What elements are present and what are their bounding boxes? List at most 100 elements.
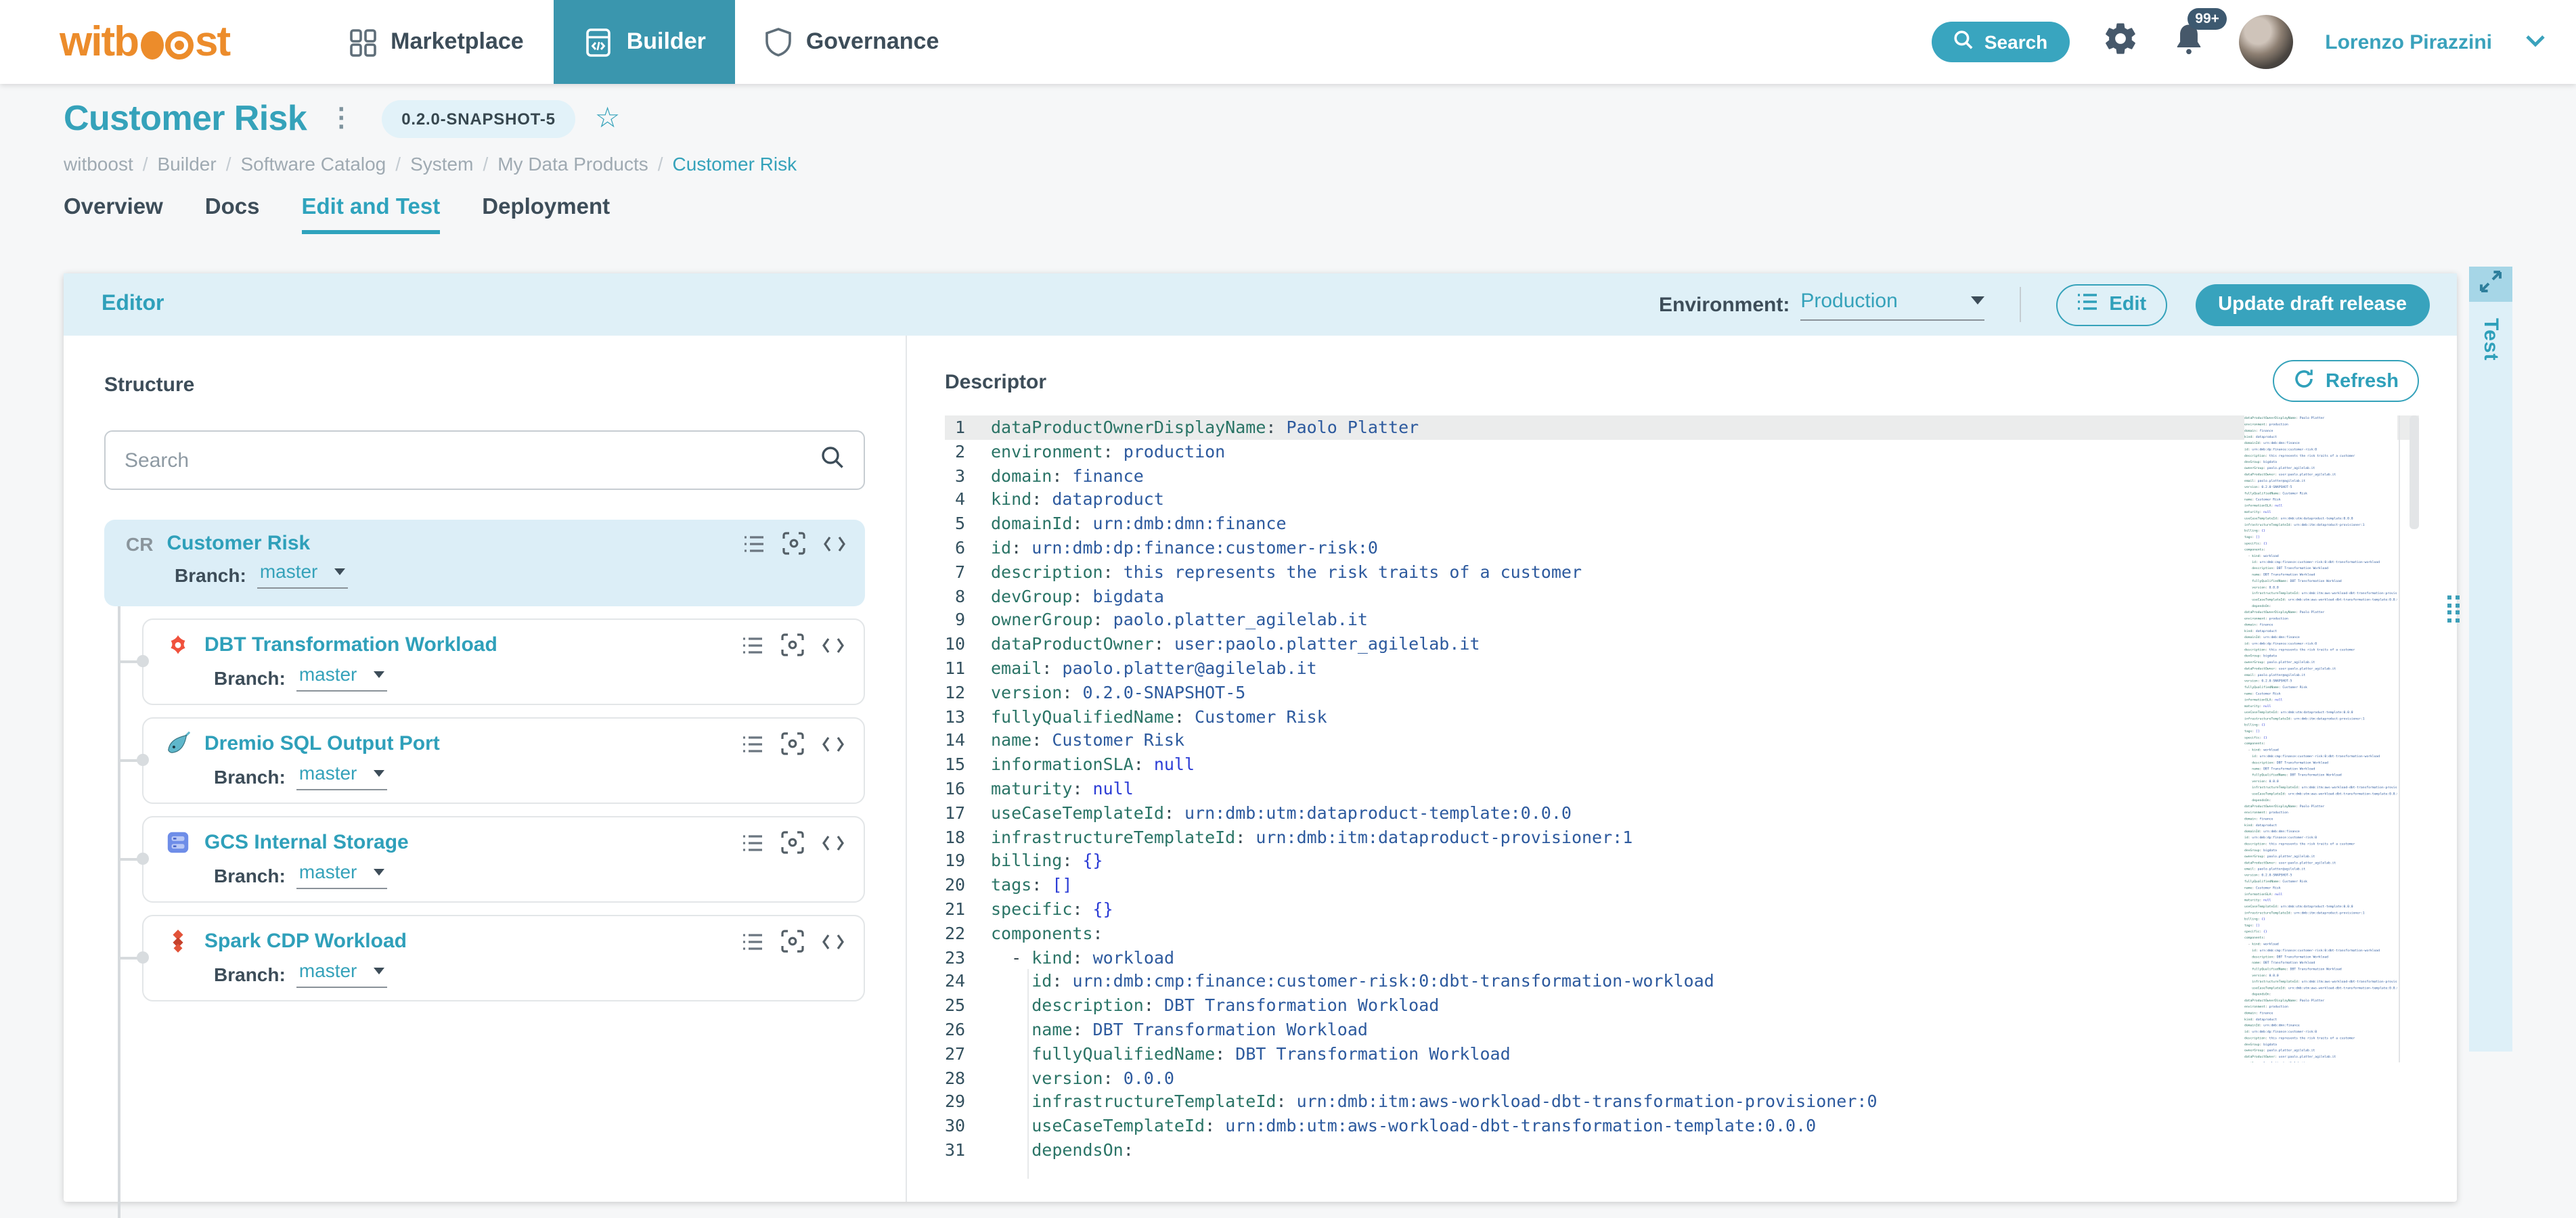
user-avatar[interactable] (2238, 15, 2293, 69)
expand-test-panel-button[interactable] (2469, 267, 2512, 302)
chevron-down-icon (1971, 296, 1985, 304)
nav-builder[interactable]: Builder (553, 0, 736, 84)
branch-label: Branch: (214, 765, 286, 787)
title-kebab-menu-icon[interactable]: ⋮ (323, 103, 359, 134)
breadcrumb-separator: / (142, 153, 148, 175)
tab-test[interactable]: Test (2479, 318, 2502, 361)
list-icon[interactable] (743, 534, 765, 553)
vertical-scrollbar[interactable] (2410, 415, 2419, 529)
code-line: 3 domain: finance (954, 465, 1144, 486)
component-card[interactable]: GCS Internal Storage Branch: master (119, 816, 865, 903)
structure-title: Structure (104, 374, 195, 397)
code-line: 4 kind: dataproduct (954, 489, 1164, 510)
breadcrumb-separator: / (483, 153, 489, 175)
list-icon[interactable] (742, 635, 763, 654)
breadcrumb-item[interactable]: My Data Products (497, 153, 648, 175)
list-icon[interactable] (742, 833, 763, 852)
search-icon[interactable] (820, 445, 845, 476)
breadcrumb-item[interactable]: Software Catalog (240, 153, 386, 175)
descriptor-panel: Descriptor Refresh 1 dataProductOwnerDisp… (907, 336, 2457, 1202)
focus-icon[interactable] (781, 930, 804, 953)
branch-select[interactable]: master (296, 663, 387, 692)
user-menu-chevron-down-icon[interactable] (2525, 30, 2546, 54)
tab-overview[interactable]: Overview (64, 195, 163, 234)
code-line: 28 version: 0.0.0 (945, 1067, 1174, 1088)
spark-icon (165, 928, 191, 954)
code-icon[interactable] (822, 833, 845, 852)
search-label: Search (1984, 31, 2048, 53)
breadcrumb-item[interactable]: Customer Risk (673, 153, 797, 175)
logo-oo-icon (141, 30, 194, 59)
code-icon[interactable] (822, 734, 845, 753)
code-line: 29 infrastructureTemplateId: urn:dmb:itm… (945, 1091, 1878, 1112)
tree-root-customer-risk[interactable]: CR Customer Risk Branch: master (104, 520, 865, 606)
node-actions (742, 831, 845, 854)
nav-governance[interactable]: Governance (736, 0, 969, 84)
edit-button[interactable]: Edit (2056, 284, 2167, 325)
panel-resize-handle[interactable] (2447, 595, 2459, 622)
refresh-button[interactable]: Refresh (2273, 360, 2419, 402)
code-line: 11 email: paolo.platter@agilelab.it (945, 657, 1317, 678)
focus-icon[interactable] (781, 732, 804, 755)
marketplace-icon (349, 28, 377, 56)
breadcrumb-item[interactable]: System (410, 153, 473, 175)
code-icon[interactable] (822, 635, 845, 654)
list-icon[interactable] (742, 734, 763, 753)
code-line: 1 dataProductOwnerDisplayName: Paolo Plat… (945, 415, 2419, 440)
nav-marketplace[interactable]: Marketplace (319, 0, 554, 84)
branch-select[interactable]: master (296, 762, 387, 790)
tab-docs[interactable]: Docs (205, 195, 260, 234)
component-name[interactable]: DBT Transformation Workload (204, 633, 497, 656)
component-card[interactable]: DBT Transformation Workload Branch: mast… (119, 618, 865, 705)
branch-select[interactable]: master (296, 960, 387, 988)
tree-dot (137, 951, 149, 964)
global-search-button[interactable]: Search (1931, 22, 2070, 62)
branch-value: master (259, 560, 318, 582)
update-draft-release-button[interactable]: Update draft release (2195, 284, 2430, 325)
favorite-star-icon[interactable]: ☆ (595, 102, 621, 135)
chevron-down-icon (373, 967, 384, 974)
node-actions (742, 930, 845, 953)
component-name[interactable]: GCS Internal Storage (204, 831, 409, 854)
focus-icon[interactable] (782, 532, 805, 555)
witboost-logo[interactable]: witb st (60, 18, 231, 66)
root-name[interactable]: Customer Risk (166, 532, 310, 555)
tab-deployment[interactable]: Deployment (482, 195, 610, 234)
minimap[interactable]: dataProductOwnerDisplayName: Paolo Platt… (2244, 415, 2397, 1062)
code-line: 22 components: (945, 922, 1103, 943)
component-tree: CR Customer Risk Branch: master DBT Tran… (104, 520, 865, 1218)
node-actions (742, 732, 845, 755)
branch-label: Branch: (214, 864, 286, 886)
code-line: 17 useCaseTemplateId: urn:dmb:utm:datapro… (945, 802, 1572, 823)
settings-button[interactable] (2102, 20, 2138, 64)
focus-icon[interactable] (781, 831, 804, 854)
chevron-down-icon (334, 568, 345, 574)
environment-select[interactable]: Production (1800, 289, 1985, 320)
component-card[interactable]: Spark CDP Workload Branch: master (119, 915, 865, 1001)
code-line: 16 maturity: null (945, 777, 1134, 798)
breadcrumb-item[interactable]: Builder (158, 153, 217, 175)
code-line: 31 dependsOn: (945, 1139, 1134, 1160)
tab-edit-and-test[interactable]: Edit and Test (301, 195, 441, 234)
breadcrumb: witboost / Builder / Software Catalog / System… (64, 153, 797, 175)
component-name[interactable]: Dremio SQL Output Port (204, 732, 440, 755)
focus-icon[interactable] (781, 633, 804, 656)
component-name[interactable]: Spark CDP Workload (204, 930, 407, 953)
logo-text-suffix: st (195, 18, 231, 65)
breadcrumb-item[interactable]: witboost (64, 153, 133, 175)
branch-select[interactable]: master (296, 861, 387, 889)
environment-label: Environment: (1659, 293, 1790, 316)
code-icon[interactable] (822, 932, 845, 951)
component-card[interactable]: Dremio SQL Output Port Branch: master (119, 717, 865, 804)
editor-toolbar: Editor Environment: Production Edit Upda… (64, 273, 2457, 336)
code-line: 23 - kind: workload (945, 947, 1174, 968)
code-line: 5 domainId: urn:dmb:dmn:finance (954, 513, 1287, 534)
notifications-button[interactable]: 99+ (2171, 7, 2227, 64)
branch-select[interactable]: master (257, 560, 348, 589)
descriptor-code-editor[interactable]: 1 dataProductOwnerDisplayName: Paolo Plat… (945, 415, 2419, 1179)
code-icon[interactable] (823, 534, 846, 553)
structure-search-input[interactable] (125, 449, 820, 472)
code-line: 27 fullyQualifiedName: DBT Transformatio… (945, 1043, 1511, 1064)
list-icon[interactable] (742, 932, 763, 951)
code-line: 14 name: Customer Risk (945, 729, 1184, 750)
